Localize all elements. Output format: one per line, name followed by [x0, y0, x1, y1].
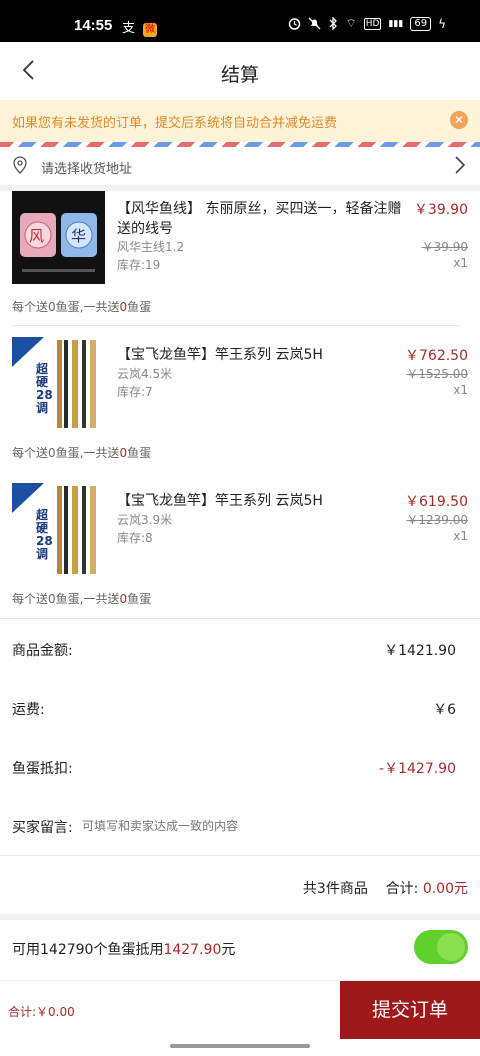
product-stock: 库存:7 — [117, 385, 153, 399]
product-name[interactable]: 【宝飞龙鱼竿】竿王系列 云岚5H — [117, 345, 407, 365]
buyer-message-row: 买家留言: — [0, 815, 480, 841]
egg-deduction-toggle[interactable] — [414, 930, 468, 964]
product-original-price: ￥1239.00 — [406, 513, 468, 527]
checkout-bar: 合计:￥0.00 提交订单 — [0, 980, 480, 1039]
buyer-message-input[interactable] — [82, 815, 452, 837]
order-item: 超硬28调 【宝飞龙鱼竿】竿王系列 云岚5H 云岚4.5米 库存:7 ￥762.… — [0, 337, 480, 477]
product-image[interactable]: 风 华 — [12, 191, 105, 284]
egg-discount-value: -￥1427.90 — [379, 761, 456, 777]
item-divider — [12, 325, 460, 326]
product-name[interactable]: 【风华鱼线】 东丽原丝，买四送一，轻备注赠送的线号 — [117, 199, 407, 239]
weibo-icon: 微 — [143, 23, 158, 37]
shipping-label: 运费: — [12, 702, 45, 718]
egg-discount-label: 鱼蛋抵扣: — [12, 761, 73, 777]
product-image[interactable]: 超硬28调 — [12, 483, 105, 576]
product-price: ￥619.50 — [405, 494, 468, 510]
thumb-label: 超硬28调 — [36, 508, 53, 561]
section-divider — [0, 855, 480, 856]
toggle-knob — [436, 932, 466, 962]
product-spec: 风华主线1.2 — [117, 240, 185, 254]
page-title: 结算 — [220, 64, 259, 86]
goods-amount-label: 商品金额: — [12, 643, 73, 659]
buyer-message-label: 买家留言: — [12, 820, 73, 836]
location-pin-icon — [13, 156, 27, 174]
egg-reward-note: 每个送0鱼蛋,一共送0鱼蛋 — [12, 300, 152, 314]
home-indicator[interactable] — [170, 1044, 310, 1048]
charging-icon: ϟ — [438, 16, 446, 31]
status-time: 14:55 — [74, 17, 113, 34]
product-price: ￥39.90 — [413, 202, 468, 218]
egg-reward-note: 每个送0鱼蛋,一共送0鱼蛋 — [12, 592, 152, 606]
nav-bar: 结算 — [0, 42, 480, 100]
product-quantity: x1 — [453, 256, 468, 270]
total-amount: 0.00元 — [422, 881, 468, 897]
address-selector[interactable]: 请选择收货地址 — [0, 147, 480, 185]
section-gap — [0, 914, 480, 920]
bluetooth-icon — [329, 17, 337, 30]
product-original-price: ￥39.90 — [421, 240, 468, 254]
system-icons: ⌔ HD ▮▮▮ 69 ϟ — [288, 16, 446, 31]
product-image[interactable]: 超硬28调 — [12, 337, 105, 430]
battery-indicator: 69 — [410, 16, 432, 31]
product-price: ￥762.50 — [405, 348, 468, 364]
total-label: 合计: — [385, 881, 419, 897]
egg-deduction-text: 可用142790个鱼蛋抵用1427.90元 — [12, 942, 236, 958]
product-spec: 云岚4.5米 — [117, 367, 173, 381]
shipping-value: ￥6 — [433, 702, 456, 718]
section-divider — [0, 618, 480, 619]
thumb-label: 超硬28调 — [36, 362, 53, 415]
notification-icons: 支 微 — [122, 17, 158, 37]
merge-shipping-notice: 如果您有未发货的订单，提交后系统将自动合并减免运费 ✕ — [0, 100, 480, 142]
item-count-text: 共3件商品 — [302, 881, 368, 897]
product-quantity: x1 — [453, 383, 468, 397]
bottom-total: 合计:￥0.00 — [8, 1005, 75, 1019]
thumb-label: 风 — [29, 227, 45, 245]
signal-icon: ▮▮▮ — [388, 18, 404, 29]
product-original-price: ￥1525.00 — [406, 367, 468, 381]
alarm-icon — [288, 18, 300, 30]
order-item: 风 华 【风华鱼线】 东丽原丝，买四送一，轻备注赠送的线号 风华主线1.2 库存… — [0, 191, 480, 331]
order-item: 超硬28调 【宝飞龙鱼竿】竿王系列 云岚5H 云岚3.9米 库存:8 ￥619.… — [0, 483, 480, 623]
close-notice-button[interactable]: ✕ — [450, 111, 468, 129]
status-bar: 14:55 支 微 ⌔ HD ▮▮▮ 69 ϟ — [0, 0, 480, 42]
product-spec: 云岚3.9米 — [117, 513, 173, 527]
alipay-icon: 支 — [122, 21, 136, 36]
address-placeholder: 请选择收货地址 — [41, 162, 133, 177]
goods-amount-value: ￥1421.90 — [384, 643, 456, 659]
chevron-right-icon — [455, 156, 466, 174]
egg-reward-note: 每个送0鱼蛋,一共送0鱼蛋 — [12, 446, 152, 460]
items-total-line: 共3件商品 合计: 0.00元 — [303, 878, 468, 898]
notice-text: 如果您有未发货的订单，提交后系统将自动合并减免运费 — [12, 116, 338, 131]
submit-order-button[interactable]: 提交订单 — [340, 981, 480, 1039]
product-name[interactable]: 【宝飞龙鱼竿】竿王系列 云岚5H — [117, 491, 407, 511]
hd-icon: HD — [363, 17, 382, 30]
product-stock: 库存:8 — [117, 531, 153, 545]
thumb-label: 华 — [71, 227, 87, 245]
product-stock: 库存:19 — [117, 258, 161, 272]
mute-icon — [308, 17, 320, 30]
product-quantity: x1 — [453, 529, 468, 543]
wifi-icon: ⌔ — [345, 16, 357, 30]
